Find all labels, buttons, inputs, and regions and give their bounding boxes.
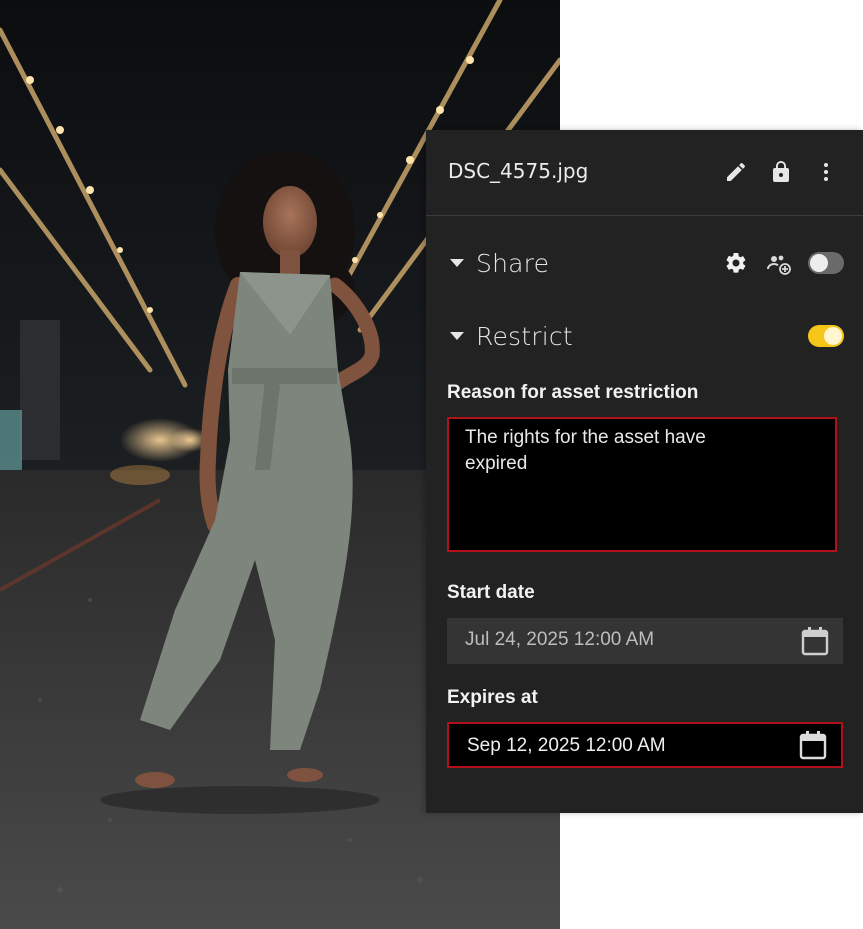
asset-details-panel: DSC_4575.jpg Share Restrict Reason for a… bbox=[426, 130, 863, 813]
pencil-icon[interactable] bbox=[724, 160, 748, 184]
expires-at-value: Sep 12, 2025 12:00 AM bbox=[467, 735, 666, 756]
file-name: DSC_4575.jpg bbox=[448, 159, 589, 183]
restrict-title: Restrict bbox=[476, 321, 573, 351]
restrict-section: Restrict bbox=[426, 316, 863, 356]
share-section-toggle[interactable]: Share bbox=[450, 243, 549, 283]
caret-down-icon bbox=[450, 259, 464, 267]
expires-at-label: Expires at bbox=[447, 687, 538, 708]
start-date-label: Start date bbox=[447, 582, 535, 603]
reason-label: Reason for asset restriction bbox=[447, 382, 699, 403]
caret-down-icon bbox=[450, 332, 464, 340]
restrict-section-toggle[interactable]: Restrict bbox=[450, 316, 573, 356]
share-section: Share bbox=[426, 243, 863, 283]
share-toggle[interactable] bbox=[808, 252, 844, 274]
restrict-toggle[interactable] bbox=[808, 325, 844, 347]
start-date-value: Jul 24, 2025 12:00 AM bbox=[465, 629, 655, 650]
share-toggle-knob bbox=[810, 254, 828, 272]
expires-at-field[interactable]: Sep 12, 2025 12:00 AM bbox=[447, 722, 843, 768]
add-user-icon[interactable] bbox=[766, 252, 791, 276]
calendar-icon[interactable] bbox=[799, 730, 827, 760]
reason-textarea[interactable]: The rights for the asset have expired bbox=[447, 417, 837, 552]
gear-icon[interactable] bbox=[724, 251, 748, 275]
start-date-field[interactable]: Jul 24, 2025 12:00 AM bbox=[447, 618, 843, 664]
lock-icon[interactable] bbox=[769, 160, 793, 184]
more-vert-icon[interactable] bbox=[814, 160, 838, 184]
panel-header: DSC_4575.jpg bbox=[426, 130, 863, 216]
share-title: Share bbox=[476, 248, 550, 278]
restrict-toggle-knob bbox=[824, 327, 842, 345]
calendar-icon[interactable] bbox=[801, 626, 829, 656]
